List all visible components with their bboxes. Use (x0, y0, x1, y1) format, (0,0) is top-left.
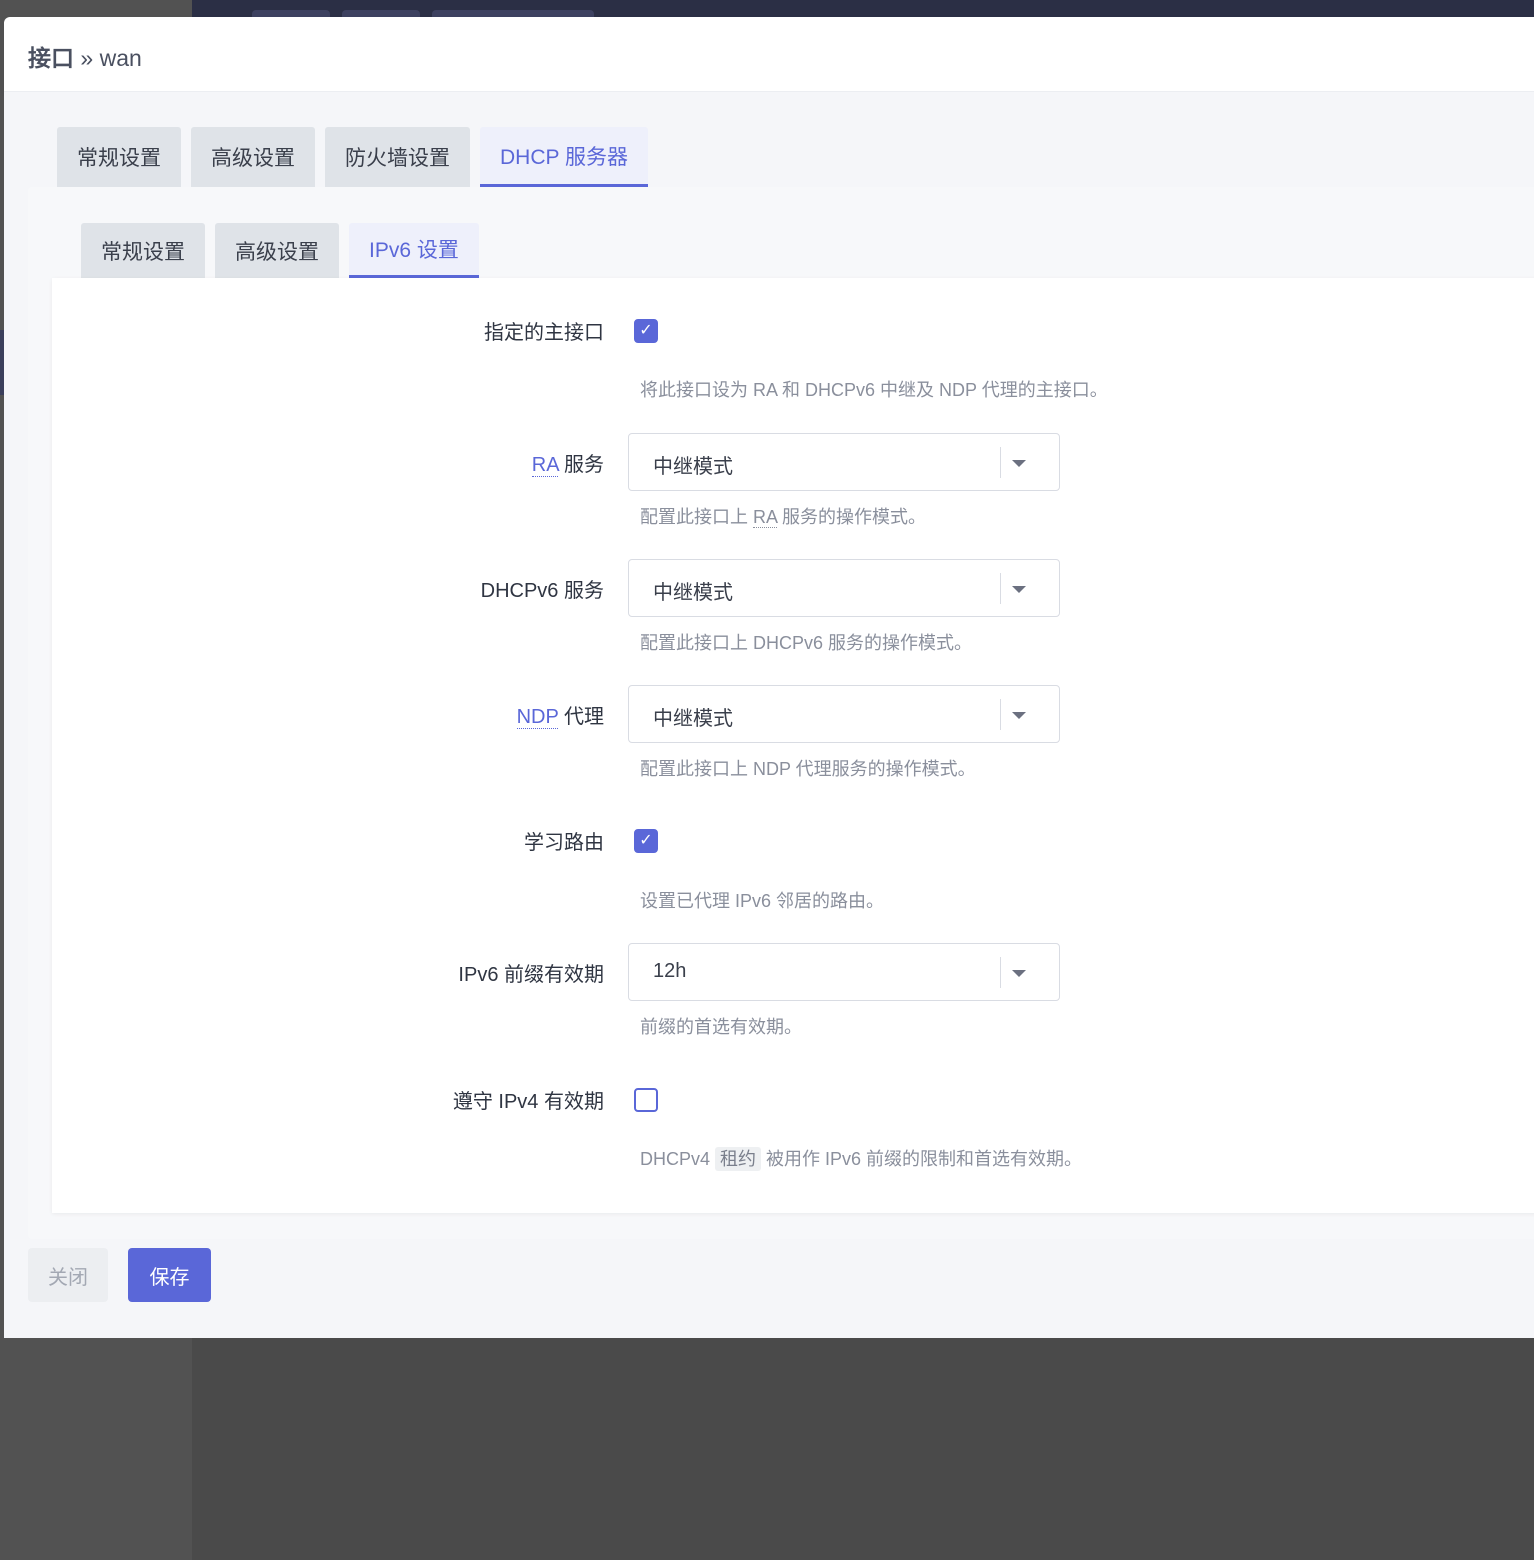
chevron-down-icon (1012, 460, 1026, 467)
outer-tab-bar: 常规设置 高级设置 防火墙设置 DHCP 服务器 (57, 127, 648, 187)
modal-header: 接口 » wan (4, 17, 1534, 92)
save-button[interactable]: 保存 (128, 1248, 211, 1302)
ipv4-lifetime-description: DHCPv4 租约 被用作 IPv6 前缀的限制和首选有效期。 (640, 1145, 1082, 1171)
dhcp-server-panel: 常规设置 高级设置 IPv6 设置 指定的主接口 ✓ 将此接口设为 RA 和 D… (28, 187, 1534, 1239)
subtab-general[interactable]: 常规设置 (81, 223, 205, 278)
select-divider (1000, 699, 1001, 730)
ra-label-text: 服务 (558, 454, 604, 476)
interface-modal: 接口 » wan 常规设置 高级设置 防火墙设置 DHCP 服务器 常规设置 高… (4, 17, 1534, 1338)
ra-desc-abbr: RA (753, 507, 778, 528)
modal-body: 常规设置 高级设置 防火墙设置 DHCP 服务器 常规设置 高级设置 IPv6 … (4, 92, 1534, 1338)
select-divider (1000, 447, 1001, 478)
prefix-lifetime-value: 12h (653, 960, 687, 982)
tab-advanced[interactable]: 高级设置 (191, 127, 315, 187)
inner-tab-bar: 常规设置 高级设置 IPv6 设置 (81, 223, 479, 278)
ra-desc-prefix: 配置此接口上 (640, 507, 754, 527)
ndp-description: 配置此接口上 NDP 代理服务的操作模式。 (640, 759, 976, 779)
ndp-label: NDP 代理 (516, 700, 604, 729)
tab-dhcp-server[interactable]: DHCP 服务器 (480, 127, 648, 187)
subtab-advanced[interactable]: 高级设置 (215, 223, 339, 278)
ipv4-desc-prefix: DHCPv4 (640, 1149, 716, 1169)
prefix-lifetime-select[interactable]: 12h (628, 943, 1060, 1001)
prefix-lifetime-description: 前缀的首选有效期。 (640, 1017, 802, 1037)
ndp-proxy-select[interactable]: 中继模式 (628, 685, 1060, 743)
ra-abbr: RA (531, 454, 559, 477)
modal-title: 接口 » wan (28, 39, 142, 73)
master-label: 指定的主接口 (484, 322, 604, 344)
title-separator: » (74, 45, 100, 71)
title-prefix: 接口 (28, 45, 74, 71)
ra-label: RA 服务 (531, 448, 604, 477)
tab-firewall[interactable]: 防火墙设置 (325, 127, 470, 187)
ra-service-select[interactable]: 中继模式 (628, 433, 1060, 491)
ipv6-settings-panel: 指定的主接口 ✓ 将此接口设为 RA 和 DHCPv6 中继及 NDP 代理的主… (52, 278, 1534, 1213)
tab-general[interactable]: 常规设置 (57, 127, 181, 187)
check-icon: ✓ (639, 322, 653, 339)
subtab-ipv6[interactable]: IPv6 设置 (349, 223, 479, 278)
dhcpv6-service-value: 中继模式 (653, 582, 733, 604)
ndp-abbr: NDP (516, 706, 559, 729)
dhcpv6-service-select[interactable]: 中继模式 (628, 559, 1060, 617)
select-divider (1000, 573, 1001, 604)
close-button[interactable]: 关闭 (28, 1248, 108, 1302)
chevron-down-icon (1012, 712, 1026, 719)
master-description: 将此接口设为 RA 和 DHCPv6 中继及 NDP 代理的主接口。 (640, 380, 1108, 400)
title-interface-name: wan (99, 45, 142, 71)
dhcpv6-description: 配置此接口上 DHCPv6 服务的操作模式。 (640, 633, 973, 653)
select-divider (1000, 957, 1001, 988)
check-icon: ✓ (639, 832, 653, 849)
master-checkbox[interactable]: ✓ (634, 319, 658, 343)
ipv4-lifetime-checkbox[interactable] (634, 1088, 658, 1112)
prefix-lifetime-label: IPv6 前缀有效期 (458, 964, 604, 986)
ndp-proxy-value: 中继模式 (653, 708, 733, 730)
learn-routes-checkbox[interactable]: ✓ (634, 829, 658, 853)
learn-routes-label: 学习路由 (524, 832, 604, 854)
ndp-label-text: 代理 (558, 706, 604, 728)
lease-code: 租约 (715, 1147, 762, 1171)
chevron-down-icon (1012, 586, 1026, 593)
chevron-down-icon (1012, 970, 1026, 977)
ra-desc-suffix: 服务的操作模式。 (777, 507, 927, 527)
ipv4-desc-suffix: 被用作 IPv6 前缀的限制和首选有效期。 (761, 1149, 1083, 1169)
learn-routes-description: 设置已代理 IPv6 邻居的路由。 (640, 891, 885, 911)
ra-description: 配置此接口上 RA 服务的操作模式。 (640, 503, 926, 529)
ipv4-lifetime-label: 遵守 IPv4 有效期 (452, 1091, 604, 1113)
ra-service-value: 中继模式 (653, 456, 733, 478)
dhcpv6-label: DHCPv6 服务 (480, 580, 604, 602)
